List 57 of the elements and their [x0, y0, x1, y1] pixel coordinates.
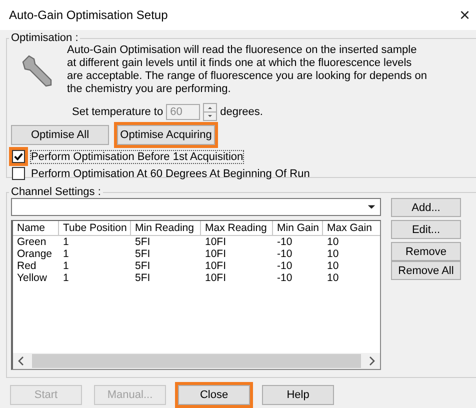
group-label: Optimisation : — [10, 32, 80, 44]
checkbox-label[interactable]: Perform Optimisation At 60 Degrees At Beginning Of Run — [31, 168, 310, 180]
table-cell-text: 1 — [62, 248, 70, 260]
table-cell-text: 10 — [326, 272, 340, 284]
table-cell-text: 1 — [62, 260, 70, 272]
channel-button[interactable]: Edit... — [391, 220, 461, 239]
table-cell-text: -10 — [276, 260, 294, 272]
table-cell-text: Yellow — [16, 272, 48, 284]
channel-button[interactable]: Remove All — [391, 261, 461, 280]
table-cell-text: 5FI — [134, 248, 152, 260]
table-cell-text: -10 — [276, 272, 294, 284]
window-title: Auto-Gain Optimisation Setup — [9, 8, 168, 22]
table-cell-text: 1 — [62, 236, 70, 248]
table-cell-text: Orange — [16, 248, 54, 260]
dialog-button[interactable]: Help — [262, 385, 334, 405]
column-header[interactable]: Name — [13, 221, 59, 236]
optimise-button[interactable]: Optimise All — [11, 125, 109, 145]
table-cell-text: 10FI — [204, 236, 228, 248]
table-cell-text: 10FI — [204, 272, 228, 284]
scroll-right-icon[interactable] — [368, 356, 376, 366]
dialog-button[interactable]: Close — [178, 385, 250, 405]
group-label: Channel Settings : — [10, 186, 102, 198]
table-cell-text: 10 — [326, 236, 340, 248]
table-cell-text: Red — [16, 260, 38, 272]
checkbox[interactable] — [12, 167, 25, 180]
description-text: Auto-Gain Optimisation will read the fluoresence on the inserted sample at different gain levels until it finds one at which the fluorescence levels are acceptable. The range of fluorescence you are looking for depends on the chemistry you are performing. — [67, 44, 427, 96]
horizontal-scrollbar[interactable] — [13, 353, 380, 369]
checkbox-label[interactable]: Perform Optimisation Before 1st Acquisition — [31, 150, 244, 162]
table-cell-text: 10 — [326, 260, 340, 272]
column-header[interactable]: Max Reading — [201, 221, 273, 236]
column-header[interactable]: Tube Position — [59, 221, 131, 236]
temperature-label: Set temperature to — [72, 106, 164, 118]
table-cell-text: -10 — [276, 248, 294, 260]
table-cell-text: 1 — [62, 272, 70, 284]
table-cell-text: 10 — [326, 248, 340, 260]
channel-button[interactable]: Add... — [391, 198, 461, 217]
channel-list[interactable]: Name Tube Position Min Reading Max Reading Min Gain Max Gain Green 1 5FI 10FI -10 10 Orange 1 5FI 10FI -10 10 Red 1 5FI 10FI -10 10 Yellow 1 5FI 10FI -10 10 — [11, 220, 381, 370]
caret-icon — [367, 204, 376, 210]
table-cell-text: 5FI — [134, 260, 152, 272]
table-cell-text: 5FI — [134, 236, 152, 248]
table-cell-text: Green — [16, 236, 48, 248]
close-button[interactable]: × — [459, 4, 470, 26]
channel-button[interactable]: Remove — [391, 242, 461, 261]
table-cell-text: 10FI — [204, 248, 228, 260]
column-header[interactable]: Min Reading — [131, 221, 201, 236]
scroll-thumb[interactable] — [32, 354, 361, 368]
table-cell-text: 5FI — [134, 272, 152, 284]
scroll-left-icon[interactable] — [17, 356, 25, 366]
optimise-button[interactable]: Optimise Acquiring — [117, 125, 215, 145]
checkbox[interactable] — [12, 150, 25, 163]
table-cell-text: 10FI — [204, 260, 228, 272]
channel-dropdown[interactable] — [11, 198, 381, 216]
table-cell-text: -10 — [276, 236, 294, 248]
unit-label: degrees. — [220, 106, 263, 118]
column-header[interactable]: Max Gain — [323, 221, 380, 236]
column-header[interactable]: Min Gain — [273, 221, 323, 236]
spinner-arrows-icon[interactable] — [203, 103, 218, 121]
